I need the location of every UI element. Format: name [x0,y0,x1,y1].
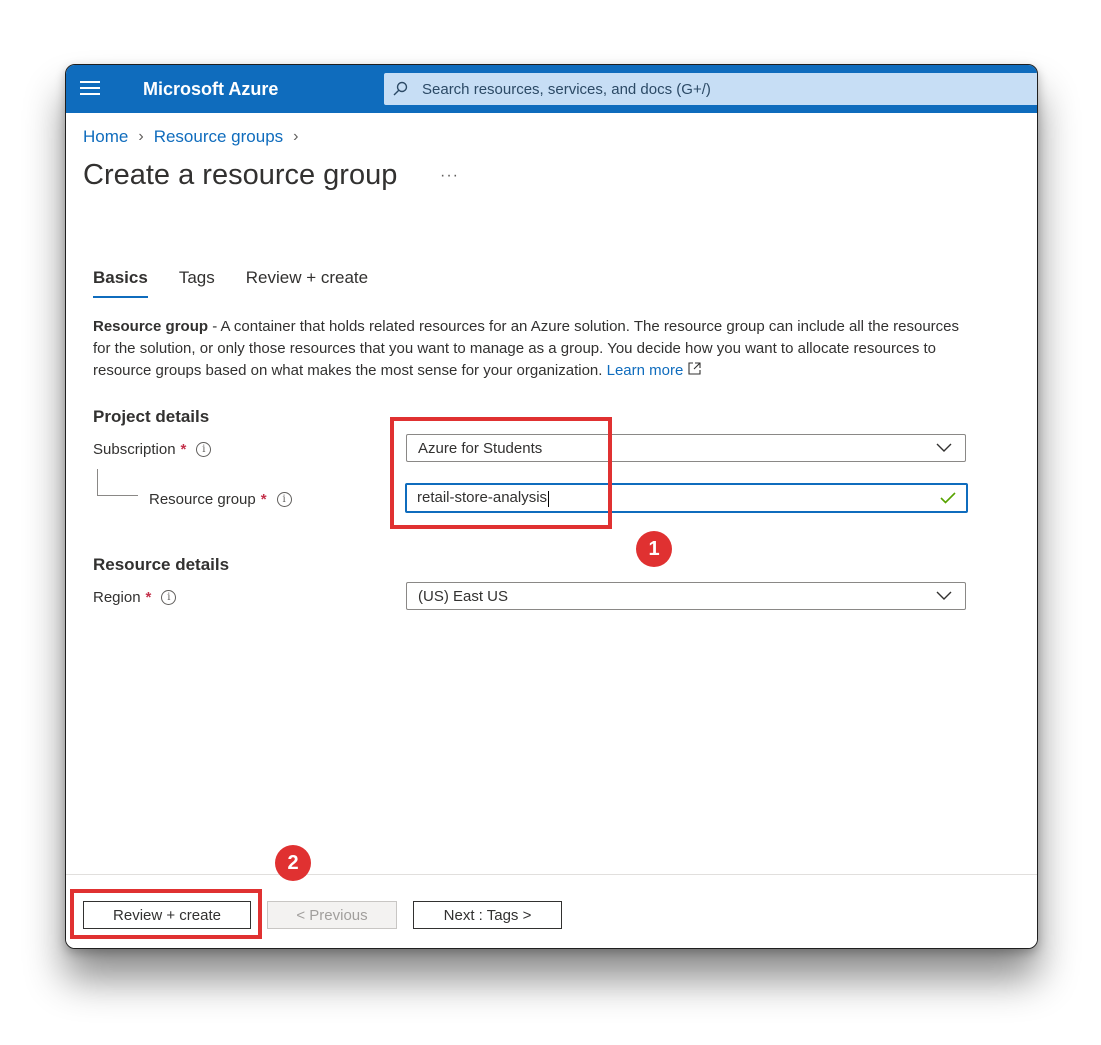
chevron-down-icon [936,443,956,453]
search-box[interactable]: Search resources, services, and docs (G+… [384,73,1037,105]
breadcrumb-home[interactable]: Home [83,127,128,147]
step-marker-1: 1 [636,531,672,567]
brand-title[interactable]: Microsoft Azure [143,65,278,113]
learn-more-link[interactable]: Learn more [607,362,701,379]
step-marker-2: 2 [275,845,311,881]
tab-bar: Basics Tags Review + create [93,268,399,298]
tab-tags[interactable]: Tags [179,268,215,298]
info-icon[interactable]: i [276,492,292,507]
highlight-box-1 [390,417,612,529]
chevron-down-icon [936,591,956,601]
region-dropdown[interactable]: (US) East US [406,582,966,610]
external-link-icon [687,362,701,375]
chevron-right-icon: › [293,128,299,145]
previous-button[interactable]: < Previous [267,901,397,929]
description-text: - A container that holds related resourc… [93,318,960,379]
info-icon[interactable]: i [161,590,177,605]
breadcrumb-resource-groups[interactable]: Resource groups [154,127,283,147]
top-bar: Microsoft Azure Search resources, servic… [66,65,1037,113]
subscription-label: Subscription * i [93,441,212,458]
tree-connector [97,469,98,495]
menu-icon[interactable] [80,79,100,99]
resource-group-label: Resource group * i [149,491,292,508]
chevron-right-icon: › [138,128,144,145]
more-options-icon[interactable]: ··· [440,167,459,185]
next-tags-button[interactable]: Next : Tags > [413,901,562,929]
page-title: Create a resource group [83,159,398,191]
tab-review-create[interactable]: Review + create [246,268,368,298]
info-icon[interactable]: i [196,442,212,457]
highlight-box-2 [70,889,262,939]
search-placeholder: Search resources, services, and docs (G+… [422,80,711,98]
checkmark-icon [940,492,958,504]
breadcrumb: Home › Resource groups › [83,127,308,147]
tree-connector [97,495,138,496]
description: Resource group - A container that holds … [93,316,963,382]
search-icon [392,81,414,97]
description-term: Resource group [93,318,209,335]
resource-details-heading: Resource details [93,555,230,574]
region-label: Region * i [93,589,177,606]
tab-basics[interactable]: Basics [93,268,148,298]
project-details-heading: Project details [93,407,210,426]
